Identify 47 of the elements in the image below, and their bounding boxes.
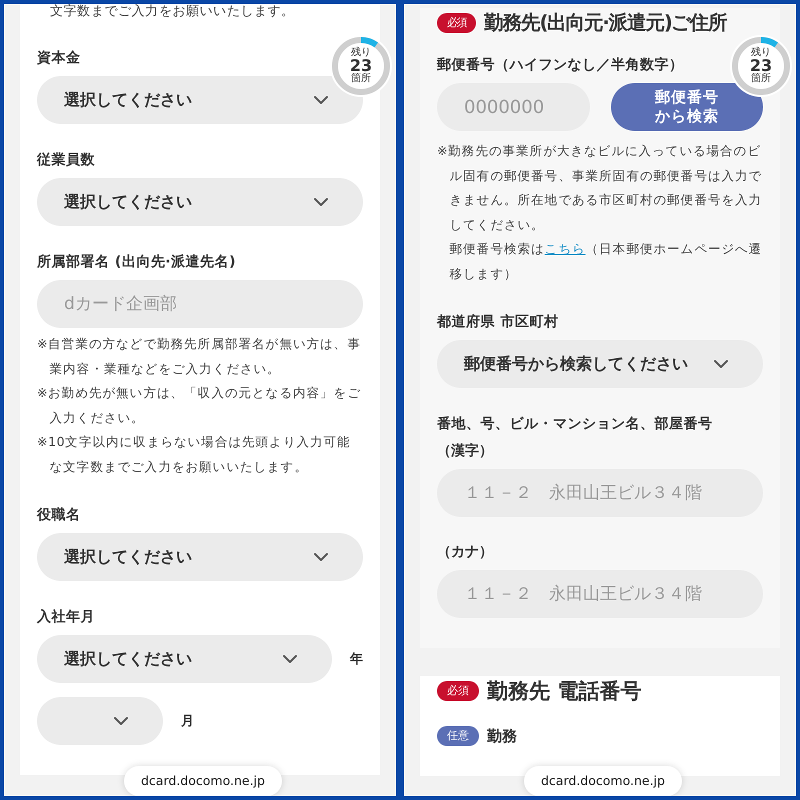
unit-label: 年	[350, 651, 363, 668]
chevron-down-icon	[282, 654, 298, 664]
badge: 必須	[437, 13, 476, 33]
chevron-down-icon	[313, 552, 329, 562]
remaining-label: 残り	[751, 48, 771, 58]
note-text: ※お勤め先が無い方は、「収入の元となる内容」をご入力ください。	[37, 384, 362, 426]
chevron-down-icon	[313, 95, 329, 105]
unit-label: 月	[181, 713, 194, 730]
chevron-down-icon	[113, 716, 129, 726]
badge: 任意	[437, 726, 479, 746]
field-label: 所属部署名 (出向先·派遣先名)	[37, 253, 236, 271]
field-label: 番地、号、ビル・マンション名、部屋番号	[437, 415, 712, 433]
field-label: 勤務	[487, 726, 517, 746]
text-field[interactable]: dカード企画部	[37, 280, 363, 328]
remaining-unit: 箇所	[751, 74, 771, 84]
field-sublabel: （カナ）	[437, 543, 493, 561]
select-dropdown[interactable]: 選択してください	[37, 178, 363, 226]
text-field[interactable]: １１－２ 永田山王ビル３４階	[437, 570, 763, 618]
note-text: 郵便番号検索は こちら（日本郵便ホームページへ遷移します）	[448, 240, 763, 282]
remaining-count: 23	[350, 58, 372, 74]
field-label: 資本金	[37, 49, 80, 67]
select-dropdown[interactable]	[37, 697, 163, 745]
chevron-down-icon	[713, 359, 729, 369]
url-bar[interactable]: dcard.docomo.ne.jp	[524, 766, 682, 796]
field-label: 従業員数	[37, 151, 95, 169]
select-dropdown[interactable]: 選択してください	[37, 533, 363, 581]
select-dropdown[interactable]: 選択してください	[37, 635, 332, 683]
field-label: 役職名	[37, 506, 80, 524]
badge: 必須	[437, 681, 479, 701]
note-text: 文字数までご入力をお願いいたします。	[49, 4, 296, 21]
field-label: 入社年月	[37, 608, 95, 626]
note-text: ※勤務先の事業所が大きなビルに入っている場合のビル固有の郵便番号、事業所固有の郵便番号は入力できません。所在地である市区町村の郵便番号を入力してください。	[437, 142, 763, 234]
remaining-count: 23	[750, 58, 772, 74]
field-label: 郵便番号（ハイフンなし／半角数字）	[437, 56, 684, 74]
remaining-label: 残り	[351, 48, 371, 58]
search-button[interactable]: 郵便番号から検索	[611, 83, 763, 131]
section-title: 勤務先(出向元·派遣元)ご住所	[484, 10, 727, 36]
chevron-down-icon	[313, 197, 329, 207]
note-text: ※自営業の方などで勤務先所属部署名が無い方は、事業内容・業種などをご入力ください。	[37, 335, 362, 378]
note-text: ※10文字以内に収まらない場合は先頭より入力可能な文字数までご入力をお願いいたします。	[37, 433, 352, 476]
field-label: 都道府県 市区町村	[437, 313, 558, 331]
text-field[interactable]: １１－２ 永田山王ビル３４階	[437, 469, 763, 517]
postal-code-field[interactable]: 0000000	[437, 83, 590, 131]
section-title: 勤務先 電話番号	[487, 678, 642, 705]
select-dropdown[interactable]: 郵便番号から検索してください	[437, 340, 763, 388]
field-sublabel: （漢字）	[437, 442, 493, 460]
url-bar[interactable]: dcard.docomo.ne.jp	[124, 766, 282, 796]
